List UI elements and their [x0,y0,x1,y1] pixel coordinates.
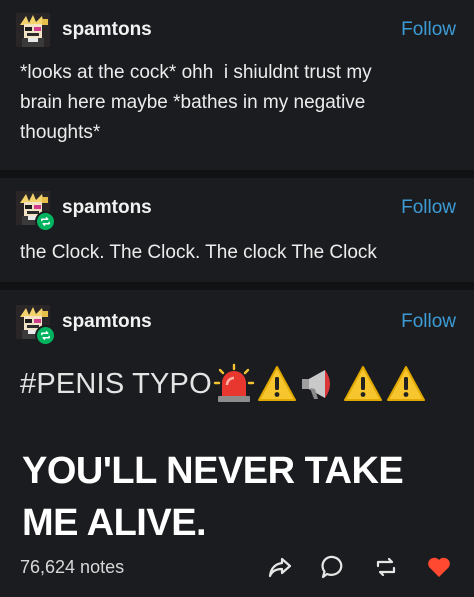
reblog-icon[interactable] [371,552,401,582]
post-footer: 76,624 notes [20,549,454,585]
username[interactable]: spamtons [62,311,401,333]
post-heading-text: YOU'LL NEVER TAKE ME ALIVE. [22,450,404,544]
megaphone-icon [299,363,341,405]
reply-icon[interactable] [318,552,348,582]
police-light-icon [213,363,255,405]
follow-button[interactable]: Follow [401,19,456,41]
username[interactable]: spamtons [62,197,401,219]
follow-button[interactable]: Follow [401,311,456,333]
username[interactable]: spamtons [62,19,401,41]
post-header: spamtons Follow [16,302,456,346]
post-header: spamtons Follow [16,188,456,232]
warning-icon [342,363,384,405]
share-icon[interactable] [265,552,295,582]
post-card: spamtons Follow #PENIS TYPO YOU'LL NEVER… [0,290,474,597]
hashtag-text[interactable]: #PENIS TYPO [20,368,212,401]
post-body-text: *looks at the cock* ohh i shiuldnt trust… [20,62,372,143]
post-card: spamtons Follow the Clock. The Clock. Th… [0,178,474,282]
post-card: spamtons Follow *looks at the cock* ohh … [0,0,474,170]
follow-button[interactable]: Follow [401,197,456,219]
reblog-badge-icon [35,325,56,346]
reblog-badge-icon [35,211,56,232]
warning-icon [256,363,298,405]
post-body-text: the Clock. The Clock. The clock The Cloc… [20,242,377,263]
spamton-avatar-icon[interactable] [16,305,56,346]
warning-icon [385,363,427,405]
spamton-avatar-icon[interactable] [16,191,56,232]
notes-count[interactable]: 76,624 notes [20,557,242,578]
post-header: spamtons Follow [16,10,456,50]
spamton-avatar-icon[interactable] [16,13,50,47]
tag-line: #PENIS TYPO [20,362,427,406]
like-icon[interactable] [424,552,454,582]
